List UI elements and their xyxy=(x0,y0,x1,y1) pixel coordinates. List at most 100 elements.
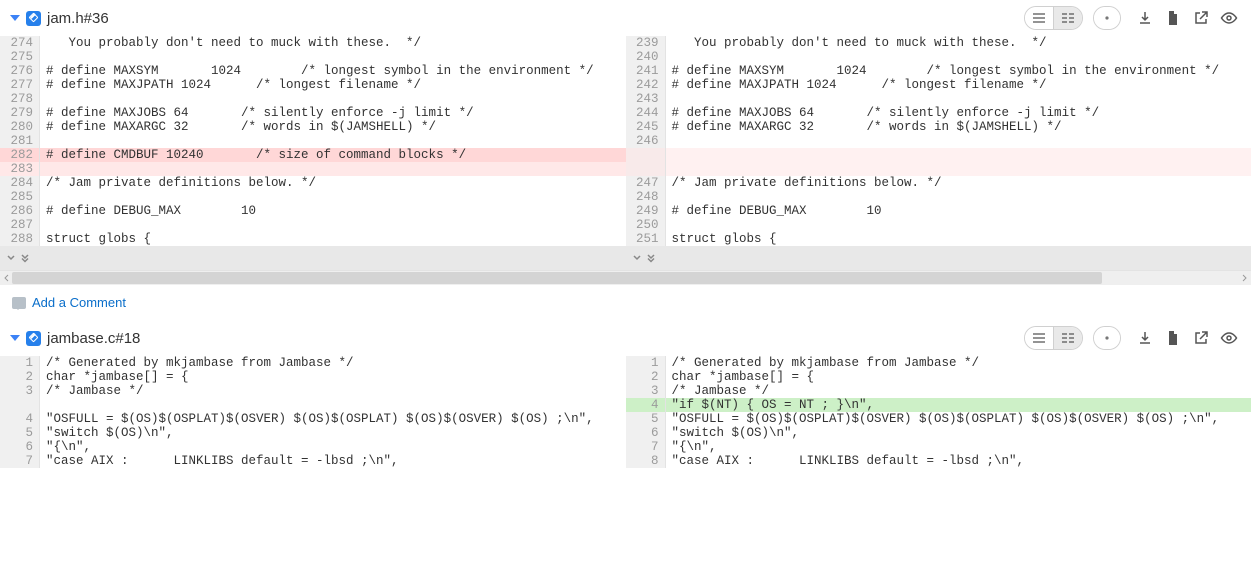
line-number[interactable]: 279 xyxy=(0,106,40,120)
open-external-button[interactable] xyxy=(1187,326,1215,350)
expand-down-button[interactable] xyxy=(630,253,644,263)
code-line[interactable] xyxy=(40,134,626,148)
line-number[interactable]: 2 xyxy=(626,370,666,384)
code-line[interactable]: "switch $(OS)\n", xyxy=(40,426,626,440)
line-number[interactable]: 242 xyxy=(626,78,666,92)
add-comment-link[interactable]: Add a Comment xyxy=(32,295,126,310)
code-line[interactable]: /* Generated by mkjambase from Jambase *… xyxy=(40,356,626,370)
line-number[interactable]: 244 xyxy=(626,106,666,120)
horizontal-scrollbar[interactable] xyxy=(0,270,1251,285)
code-line[interactable]: "if $(NT) { OS = NT ; }\n", xyxy=(666,398,1251,412)
line-number[interactable]: 3 xyxy=(626,384,666,398)
line-number[interactable]: 281 xyxy=(0,134,40,148)
line-number[interactable]: 239 xyxy=(626,36,666,50)
watch-button[interactable] xyxy=(1215,6,1243,30)
line-number[interactable]: 8 xyxy=(626,454,666,468)
line-number[interactable]: 287 xyxy=(0,218,40,232)
line-number[interactable]: 251 xyxy=(626,232,666,246)
file-title[interactable]: jam.h#36 xyxy=(47,10,109,27)
line-number[interactable] xyxy=(626,162,666,176)
code-line[interactable]: "OSFULL = $(OS)$(OSPLAT)$(OSVER) $(OS)$(… xyxy=(40,412,626,426)
line-number[interactable]: 4 xyxy=(0,412,40,426)
scroll-right-button[interactable] xyxy=(1237,271,1251,285)
code-line[interactable]: char *jambase[] = { xyxy=(40,370,626,384)
code-line[interactable]: "{\n", xyxy=(40,440,626,454)
line-number[interactable]: 286 xyxy=(0,204,40,218)
file-title[interactable]: jambase.c#18 xyxy=(47,330,140,347)
code-line[interactable] xyxy=(666,50,1251,64)
code-line[interactable]: "case AIX : LINKLIBS default = -lbsd ;\n… xyxy=(40,454,626,468)
code-line[interactable]: /* Jambase */ xyxy=(666,384,1251,398)
line-number[interactable] xyxy=(0,398,40,412)
code-line[interactable] xyxy=(40,190,626,204)
watch-button[interactable] xyxy=(1215,326,1243,350)
code-line[interactable] xyxy=(666,162,1251,176)
code-line[interactable] xyxy=(40,92,626,106)
file-button[interactable] xyxy=(1159,326,1187,350)
code-line[interactable]: # define MAXSYM 1024 /* longest symbol i… xyxy=(666,64,1251,78)
line-number[interactable]: 7 xyxy=(0,454,40,468)
line-number[interactable]: 274 xyxy=(0,36,40,50)
code-line[interactable]: "OSFULL = $(OS)$(OSPLAT)$(OSVER) $(OS)$(… xyxy=(666,412,1251,426)
collapse-caret-icon[interactable] xyxy=(10,15,20,21)
expand-all-button[interactable] xyxy=(644,253,658,263)
code-line[interactable] xyxy=(40,162,626,176)
code-line[interactable]: /* Generated by mkjambase from Jambase *… xyxy=(666,356,1251,370)
line-number[interactable]: 6 xyxy=(626,426,666,440)
code-line[interactable]: char *jambase[] = { xyxy=(666,370,1251,384)
code-line[interactable]: "case AIX : LINKLIBS default = -lbsd ;\n… xyxy=(666,454,1251,468)
scrollbar-thumb[interactable] xyxy=(12,272,1102,284)
unified-view-button[interactable] xyxy=(1025,7,1053,29)
code-line[interactable]: # define CMDBUF 10240 /* size of command… xyxy=(40,148,626,162)
line-number[interactable]: 250 xyxy=(626,218,666,232)
code-line[interactable]: # define MAXJOBS 64 /* silently enforce … xyxy=(40,106,626,120)
code-line[interactable]: # define MAXSYM 1024 /* longest symbol i… xyxy=(40,64,626,78)
download-button[interactable] xyxy=(1131,326,1159,350)
line-number[interactable]: 288 xyxy=(0,232,40,246)
split-view-button[interactable] xyxy=(1053,327,1082,349)
dot-button[interactable] xyxy=(1094,327,1120,349)
code-line[interactable]: "{\n", xyxy=(666,440,1251,454)
code-line[interactable]: /* Jambase */ xyxy=(40,384,626,398)
code-line[interactable]: # define DEBUG_MAX 10 xyxy=(40,204,626,218)
code-line[interactable] xyxy=(666,190,1251,204)
line-number[interactable]: 2 xyxy=(0,370,40,384)
code-line[interactable] xyxy=(40,398,626,412)
code-line[interactable] xyxy=(40,218,626,232)
line-number[interactable]: 248 xyxy=(626,190,666,204)
line-number[interactable]: 284 xyxy=(0,176,40,190)
expand-down-button[interactable] xyxy=(4,253,18,263)
line-number[interactable]: 7 xyxy=(626,440,666,454)
line-number[interactable]: 6 xyxy=(0,440,40,454)
code-line[interactable] xyxy=(666,218,1251,232)
line-number[interactable]: 243 xyxy=(626,92,666,106)
line-number[interactable]: 245 xyxy=(626,120,666,134)
line-number[interactable]: 4 xyxy=(626,398,666,412)
file-button[interactable] xyxy=(1159,6,1187,30)
code-line[interactable]: # define MAXJPATH 1024 /* longest filena… xyxy=(40,78,626,92)
code-line[interactable]: # define MAXJOBS 64 /* silently enforce … xyxy=(666,106,1251,120)
code-line[interactable] xyxy=(666,148,1251,162)
code-line[interactable]: struct globs { xyxy=(40,232,626,246)
line-number[interactable]: 246 xyxy=(626,134,666,148)
code-line[interactable] xyxy=(666,134,1251,148)
line-number[interactable]: 5 xyxy=(0,426,40,440)
split-view-button[interactable] xyxy=(1053,7,1082,29)
code-line[interactable]: "switch $(OS)\n", xyxy=(666,426,1251,440)
code-line[interactable]: You probably don't need to muck with the… xyxy=(40,36,626,50)
code-line[interactable]: /* Jam private definitions below. */ xyxy=(666,176,1251,190)
line-number[interactable]: 3 xyxy=(0,384,40,398)
code-line[interactable]: # define MAXARGC 32 /* words in $(JAMSHE… xyxy=(666,120,1251,134)
line-number[interactable]: 285 xyxy=(0,190,40,204)
line-number[interactable]: 249 xyxy=(626,204,666,218)
line-number[interactable]: 278 xyxy=(0,92,40,106)
code-line[interactable]: /* Jam private definitions below. */ xyxy=(40,176,626,190)
line-number[interactable]: 282 xyxy=(0,148,40,162)
line-number[interactable]: 283 xyxy=(0,162,40,176)
line-number[interactable]: 241 xyxy=(626,64,666,78)
open-external-button[interactable] xyxy=(1187,6,1215,30)
code-line[interactable] xyxy=(666,92,1251,106)
line-number[interactable] xyxy=(626,148,666,162)
download-button[interactable] xyxy=(1131,6,1159,30)
code-line[interactable] xyxy=(40,50,626,64)
